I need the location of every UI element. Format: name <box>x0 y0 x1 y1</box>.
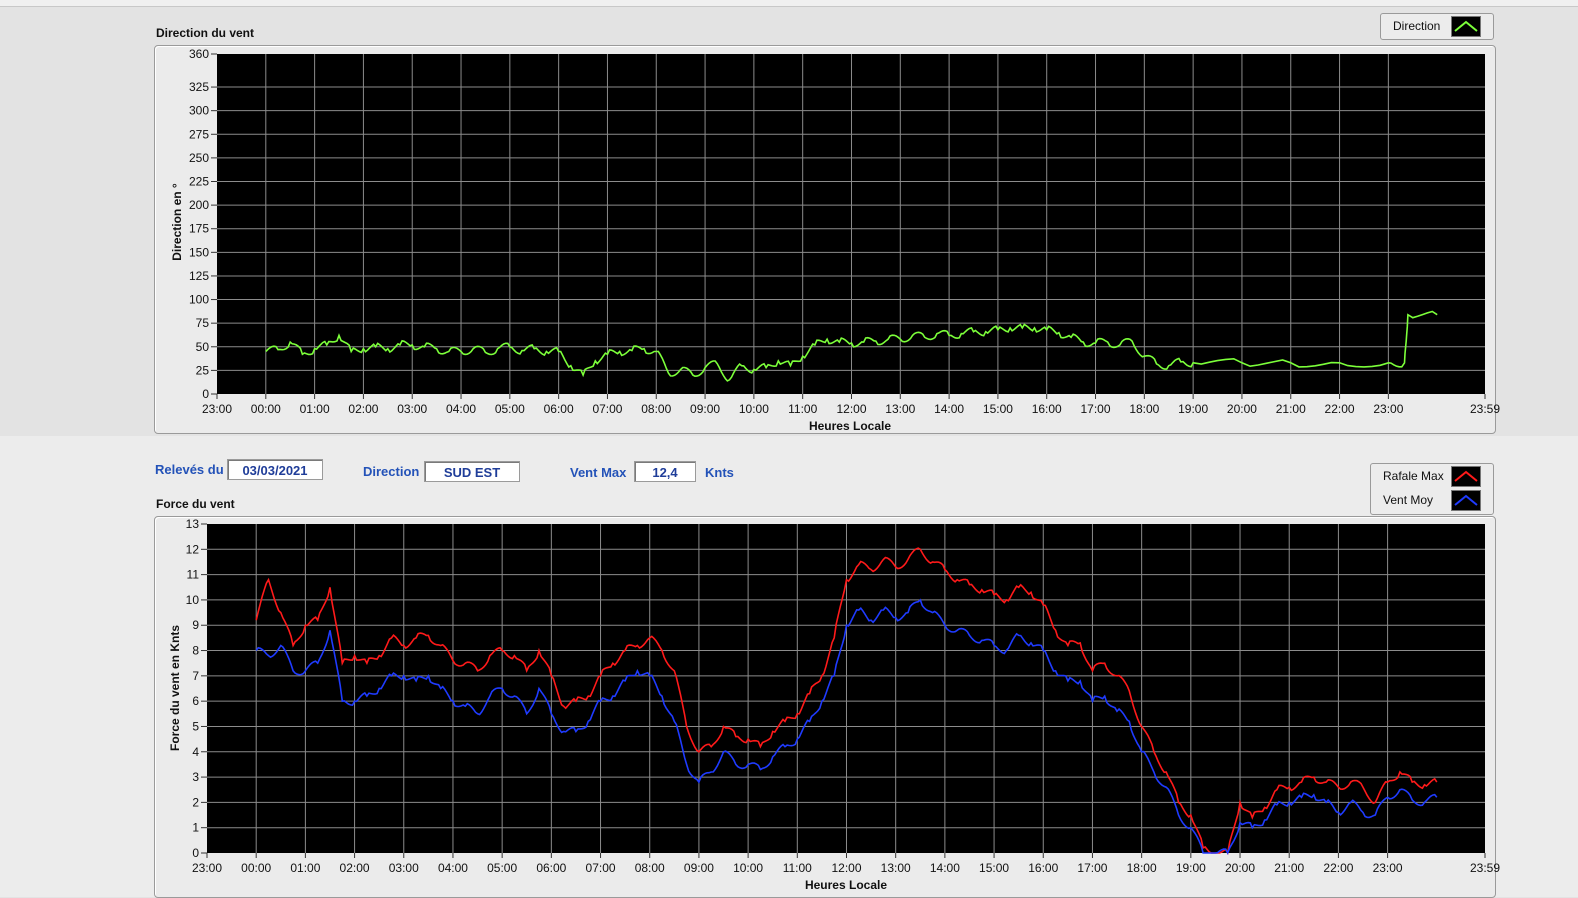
x-tick-label: 20:00 <box>1225 861 1255 875</box>
y-tick-label: 6 <box>192 694 199 708</box>
y-tick-label: 4 <box>192 745 199 759</box>
x-tick-label: 01:00 <box>290 861 320 875</box>
x-tick-label: 02:00 <box>340 861 370 875</box>
x-tick-label: 17:00 <box>1077 861 1107 875</box>
x-tick-label: 12:00 <box>831 861 861 875</box>
y-tick-label: 8 <box>192 644 199 658</box>
y-tick-label: 2 <box>192 795 199 809</box>
y-tick-label: 1 <box>192 821 199 835</box>
x-tick-label: 00:00 <box>241 861 271 875</box>
y-tick-label: 9 <box>192 618 199 632</box>
x-tick-label: 04:00 <box>438 861 468 875</box>
y-tick-label: 10 <box>186 593 200 607</box>
y-tick-label: 3 <box>192 770 199 784</box>
y-tick-label: 0 <box>192 846 199 860</box>
x-tick-label: 06:00 <box>536 861 566 875</box>
x-tick-label: 22:00 <box>1323 861 1353 875</box>
x-tick-label: 11:00 <box>783 861 812 875</box>
x-tick-label: 23:00 <box>192 861 222 875</box>
x-tick-label: 18:00 <box>1127 861 1157 875</box>
x-tick-label: 07:00 <box>586 861 616 875</box>
x-tick-label: 13:00 <box>881 861 911 875</box>
y-tick-label: 11 <box>187 568 200 582</box>
x-tick-label: 09:00 <box>684 861 714 875</box>
y-tick-label: 12 <box>186 542 200 556</box>
x-tick-label: 08:00 <box>635 861 665 875</box>
y-tick-label: 13 <box>186 517 200 531</box>
y-tick-label: 5 <box>192 719 199 733</box>
y-tick-label: 7 <box>192 669 199 683</box>
x-tick-label: 16:00 <box>1028 861 1058 875</box>
force-chart: 012345678910111213 23:00 00:00 01:00 02:00 0… <box>168 517 1500 892</box>
x-tick-label: 23:59 <box>1470 861 1500 875</box>
x-tick-label: 10:00 <box>733 861 763 875</box>
x-tick-label: 15:00 <box>979 861 1009 875</box>
x-tick-label: 14:00 <box>930 861 960 875</box>
force-x-axis-label: Heures Locale <box>805 878 887 892</box>
force-y-axis-label: Force du vent en Knts <box>168 625 182 751</box>
x-tick-label: 03:00 <box>389 861 419 875</box>
x-tick-label: 21:00 <box>1274 861 1304 875</box>
x-tick-label: 19:00 <box>1176 861 1206 875</box>
x-tick-label: 05:00 <box>487 861 517 875</box>
x-tick-label: 23:00 <box>1373 861 1403 875</box>
